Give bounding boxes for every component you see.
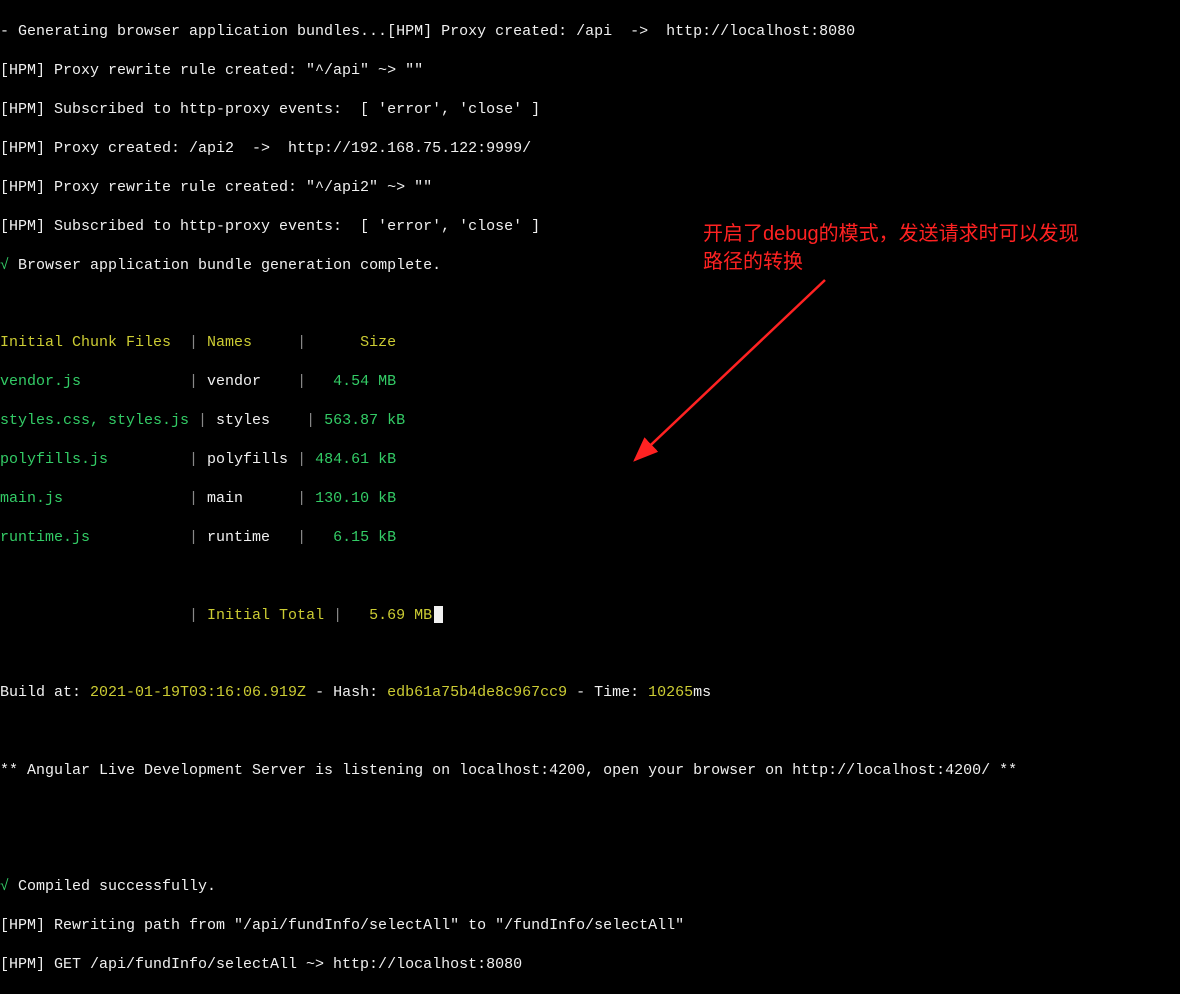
build-info: Build at: 2021-01-19T03:16:06.919Z - Has… (0, 683, 1180, 703)
hash-label: Hash: (333, 684, 387, 701)
terminal-output: - Generating browser application bundles… (0, 2, 1180, 994)
dash-sep: - (306, 684, 333, 701)
build-prefix: Build at: (0, 684, 90, 701)
chunk-name: polyfills (207, 451, 288, 468)
log-line: [HPM] Proxy created: /api2 -> http://192… (0, 139, 1180, 159)
cursor-icon (434, 606, 443, 623)
server-listening: ** Angular Live Development Server is li… (0, 761, 1180, 781)
total-size: 5.69 MB (369, 607, 432, 624)
log-text: Browser application bundle generation co… (9, 257, 441, 274)
log-line: [HPM] Subscribed to http-proxy events: [… (0, 100, 1180, 120)
file-size: 4.54 MB (333, 373, 396, 390)
log-line: [HPM] Proxy rewrite rule created: "^/api… (0, 178, 1180, 198)
check-icon: √ (0, 878, 9, 895)
chunk-name: main (207, 490, 288, 507)
header-names: Names (207, 334, 288, 351)
pipe-icon: | (288, 334, 360, 351)
time-value: 10265 (648, 684, 693, 701)
build-date: 2021-01-19T03:16:06.919Z (90, 684, 306, 701)
check-icon: √ (0, 257, 9, 274)
time-label: Time: (594, 684, 648, 701)
file-size: 130.10 kB (315, 490, 396, 507)
annotation-text: 开启了debug的模式，发送请求时可以发现 路径的转换 (703, 220, 1079, 276)
file-name: styles.css, styles.js (0, 412, 189, 429)
file-size: 563.87 kB (324, 412, 405, 429)
file-name: main.js (0, 490, 189, 507)
file-size: 6.15 kB (333, 529, 396, 546)
table-total: | Initial Total | 5.69 MB (0, 606, 1180, 626)
chunk-name: styles (216, 412, 297, 429)
annotation-line1: 开启了debug的模式，发送请求时可以发现 (703, 220, 1079, 248)
get-line: [HPM] GET /api/fundInfo/selectAll ~> htt… (0, 955, 1180, 975)
file-name: runtime.js (0, 529, 189, 546)
chunk-name: runtime (207, 529, 288, 546)
time-unit: ms (693, 684, 711, 701)
file-size: 484.61 kB (315, 451, 396, 468)
log-line: - Generating browser application bundles… (0, 22, 1180, 42)
compiled-text: Compiled successfully. (9, 878, 216, 895)
table-row: main.js | main | 130.10 kB (0, 489, 1180, 509)
compiled-line: √ Compiled successfully. (0, 877, 1180, 897)
header-size: Size (360, 334, 396, 351)
header-files: Initial Chunk Files (0, 334, 189, 351)
table-row: polyfills.js | polyfills | 484.61 kB (0, 450, 1180, 470)
file-name: vendor.js (0, 373, 189, 390)
dash-sep: - (567, 684, 594, 701)
pipe-icon: | (189, 334, 207, 351)
file-name: polyfills.js (0, 451, 189, 468)
total-label: Initial Total (207, 607, 324, 624)
hash-value: edb61a75b4de8c967cc9 (387, 684, 567, 701)
table-row: runtime.js | runtime | 6.15 kB (0, 528, 1180, 548)
table-row: vendor.js | vendor | 4.54 MB (0, 372, 1180, 392)
table-header: Initial Chunk Files | Names | Size (0, 333, 1180, 353)
log-line: [HPM] Proxy rewrite rule created: "^/api… (0, 61, 1180, 81)
table-row: styles.css, styles.js | styles | 563.87 … (0, 411, 1180, 431)
chunk-name: vendor (207, 373, 288, 390)
annotation-line2: 路径的转换 (703, 248, 1079, 276)
rewrite-line: [HPM] Rewriting path from "/api/fundInfo… (0, 916, 1180, 936)
